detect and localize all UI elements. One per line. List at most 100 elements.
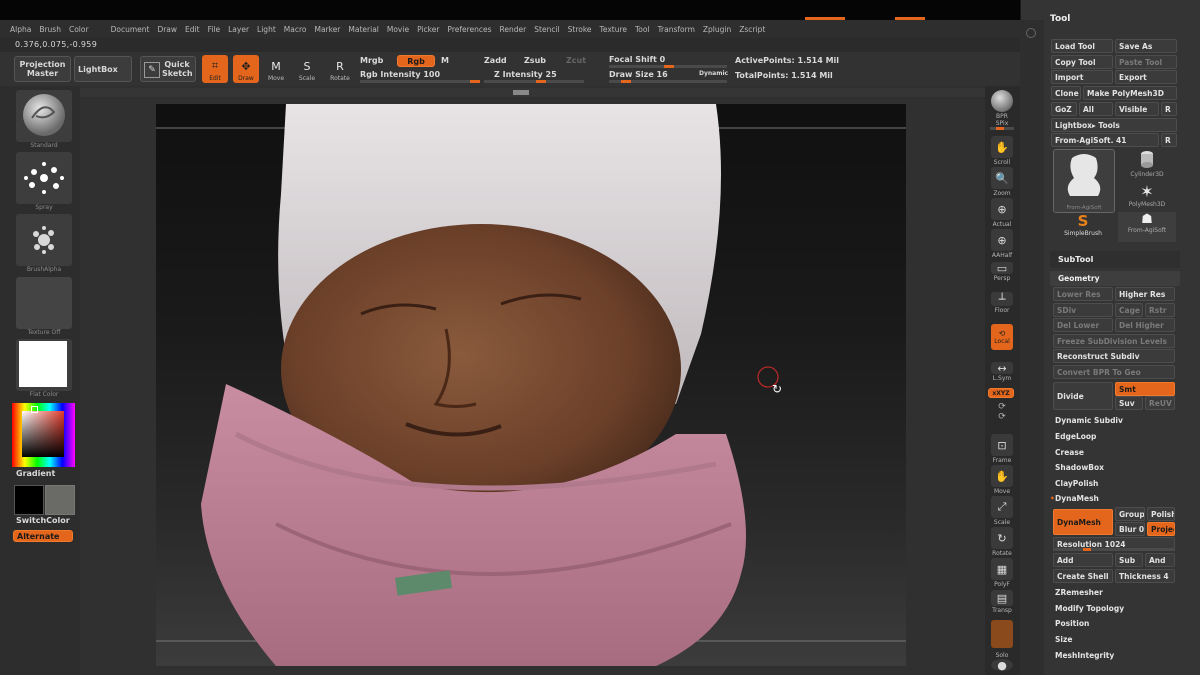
cage-button[interactable]: Cage xyxy=(1115,303,1143,317)
edgeloop-section[interactable]: EdgeLoop xyxy=(1055,432,1096,441)
menu-marker[interactable]: Marker xyxy=(314,25,340,34)
alpha-tile[interactable] xyxy=(16,214,72,266)
draw-mode-button[interactable]: ✥ Draw xyxy=(233,55,259,83)
persp-button[interactable]: ▭ Persp xyxy=(988,262,1016,282)
menu-texture[interactable]: Texture xyxy=(600,25,627,34)
m-toggle[interactable]: M xyxy=(441,56,449,65)
higher-res-button[interactable]: Higher Res xyxy=(1115,287,1175,301)
tool-thumb-cylinder[interactable]: Cylinder3D xyxy=(1118,149,1176,179)
menu-zscript[interactable]: Zscript xyxy=(739,25,765,34)
menu-movie[interactable]: Movie xyxy=(387,25,409,34)
viewport-canvas[interactable]: ↻ xyxy=(156,104,906,666)
bpr-button[interactable]: BPR xyxy=(988,90,1016,120)
paste-tool-button[interactable]: Paste Tool xyxy=(1115,55,1177,69)
subtool-header[interactable]: SubTool xyxy=(1050,251,1180,268)
tray-scrollbar[interactable] xyxy=(1020,20,1044,675)
rgb-toggle[interactable]: Rgb xyxy=(397,55,435,67)
menu-stroke[interactable]: Stroke xyxy=(568,25,592,34)
lower-res-button[interactable]: Lower Res xyxy=(1053,287,1113,301)
scale-mode-button[interactable]: S Scale xyxy=(294,55,320,83)
tool-thumb-simplebrush[interactable]: S SimpleBrush xyxy=(1056,212,1110,242)
create-shell-button[interactable]: Create Shell xyxy=(1053,569,1113,583)
menu-material[interactable]: Material xyxy=(348,25,378,34)
meshintegrity-section[interactable]: MeshIntegrity xyxy=(1055,651,1114,660)
actual-button[interactable]: ⊕ Actual xyxy=(988,198,1016,228)
menu-brush[interactable]: Brush xyxy=(39,25,61,34)
menu-zplugin[interactable]: Zplugin xyxy=(703,25,731,34)
dynamesh-section[interactable]: • DynaMesh xyxy=(1050,494,1099,503)
ghost-button[interactable] xyxy=(988,620,1016,649)
menu-transform[interactable]: Transform xyxy=(658,25,695,34)
rgb-intensity-track[interactable] xyxy=(360,80,480,83)
rotate-y-icon[interactable]: ⟳ xyxy=(998,412,1006,422)
secondary-color-swatch[interactable] xyxy=(45,485,75,515)
tray-scroll-knob[interactable] xyxy=(1026,28,1036,38)
move-view-button[interactable]: ✋ Move xyxy=(988,465,1016,495)
and-button[interactable]: And xyxy=(1145,553,1175,567)
dynamic-toggle[interactable]: Dynamic xyxy=(699,70,728,77)
rotate-mode-button[interactable]: R Rotate xyxy=(327,55,353,83)
menu-tool[interactable]: Tool xyxy=(635,25,650,34)
shadowbox-section[interactable]: ShadowBox xyxy=(1055,463,1104,472)
menu-picker[interactable]: Picker xyxy=(417,25,439,34)
tool-thumb-current[interactable]: From-AgiSoft xyxy=(1053,149,1115,213)
alternate-button[interactable]: Alternate xyxy=(13,530,73,542)
gradient-label[interactable]: Gradient xyxy=(16,469,55,478)
spix-slider[interactable]: SPix xyxy=(988,120,1016,130)
del-lower-button[interactable]: Del Lower xyxy=(1053,318,1113,332)
draw-size-track[interactable] xyxy=(609,80,727,83)
menu-preferences[interactable]: Preferences xyxy=(447,25,491,34)
lightbox-tools-button[interactable]: Lightbox▸ Tools xyxy=(1051,118,1177,132)
stroke-spray-tile[interactable] xyxy=(16,152,72,204)
switchcolor-button[interactable]: SwitchColor xyxy=(16,516,70,525)
smt-toggle[interactable]: Smt xyxy=(1115,382,1175,396)
xyz-symmetry-button[interactable]: xXYZ xyxy=(988,388,1014,398)
zoom-button[interactable]: 🔍 Zoom xyxy=(988,167,1016,197)
mrgb-toggle[interactable]: Mrgb xyxy=(360,56,383,65)
draw-size-slider[interactable]: Draw Size 16 xyxy=(609,70,668,79)
current-tool-r-button[interactable]: R xyxy=(1161,133,1177,147)
dynamesh-button[interactable]: DynaMesh xyxy=(1053,509,1113,535)
thickness-slider[interactable]: Thickness 4 xyxy=(1115,569,1175,583)
geometry-header[interactable]: Geometry xyxy=(1050,271,1180,286)
add-button[interactable]: Add xyxy=(1053,553,1113,567)
menu-edit[interactable]: Edit xyxy=(185,25,200,34)
load-tool-button[interactable]: Load Tool xyxy=(1051,39,1113,53)
focal-shift-track[interactable] xyxy=(609,65,727,68)
scale-view-button[interactable]: ⤢ Scale xyxy=(988,496,1016,526)
goz-r-button[interactable]: R xyxy=(1161,102,1177,116)
make-polymesh-button[interactable]: Make PolyMesh3D xyxy=(1083,86,1177,100)
move-mode-button[interactable]: M Move xyxy=(263,55,289,83)
rotate-x-icon[interactable]: ⟳ xyxy=(998,402,1006,412)
copy-tool-button[interactable]: Copy Tool xyxy=(1051,55,1113,69)
focal-shift-slider[interactable]: Focal Shift 0 xyxy=(609,55,665,64)
menu-render[interactable]: Render xyxy=(500,25,527,34)
solo-button[interactable]: Solo ● xyxy=(988,652,1016,672)
menu-color[interactable]: Color xyxy=(69,25,89,34)
current-tool-slider[interactable]: From-AgiSoft. 41 xyxy=(1051,133,1159,147)
z-intensity-slider[interactable]: Z Intensity 25 xyxy=(494,70,557,79)
lightbox-button[interactable]: LightBox xyxy=(74,56,132,82)
rstr-button[interactable]: Rstr xyxy=(1145,303,1175,317)
convert-bpr-button[interactable]: Convert BPR To Geo xyxy=(1053,365,1175,379)
menu-file[interactable]: File xyxy=(208,25,221,34)
goz-visible-button[interactable]: Visible xyxy=(1115,102,1159,116)
floor-button[interactable]: ┴ Floor xyxy=(988,292,1016,314)
position-section[interactable]: Position xyxy=(1055,619,1089,628)
goz-all-button[interactable]: All xyxy=(1079,102,1113,116)
clone-button[interactable]: Clone xyxy=(1051,86,1081,100)
tool-thumb-polymesh[interactable]: ✶ PolyMesh3D xyxy=(1118,182,1176,210)
material-tile[interactable] xyxy=(16,339,72,391)
document-scroll-handle[interactable] xyxy=(513,90,529,95)
del-higher-button[interactable]: Del Higher xyxy=(1115,318,1175,332)
zcut-toggle[interactable]: Zcut xyxy=(566,56,586,65)
tool-palette-title[interactable]: Tool xyxy=(1050,14,1070,24)
scroll-button[interactable]: ✋ Scroll xyxy=(988,136,1016,166)
zadd-toggle[interactable]: Zadd xyxy=(484,56,507,65)
menu-alpha[interactable]: Alpha xyxy=(10,25,31,34)
color-picker-handle[interactable] xyxy=(31,406,38,413)
texture-tile[interactable] xyxy=(16,277,72,329)
edit-mode-button[interactable]: ⌗ Edit xyxy=(202,55,228,83)
modify-topology-section[interactable]: Modify Topology xyxy=(1055,604,1124,613)
group-toggle[interactable]: Group xyxy=(1115,507,1145,521)
